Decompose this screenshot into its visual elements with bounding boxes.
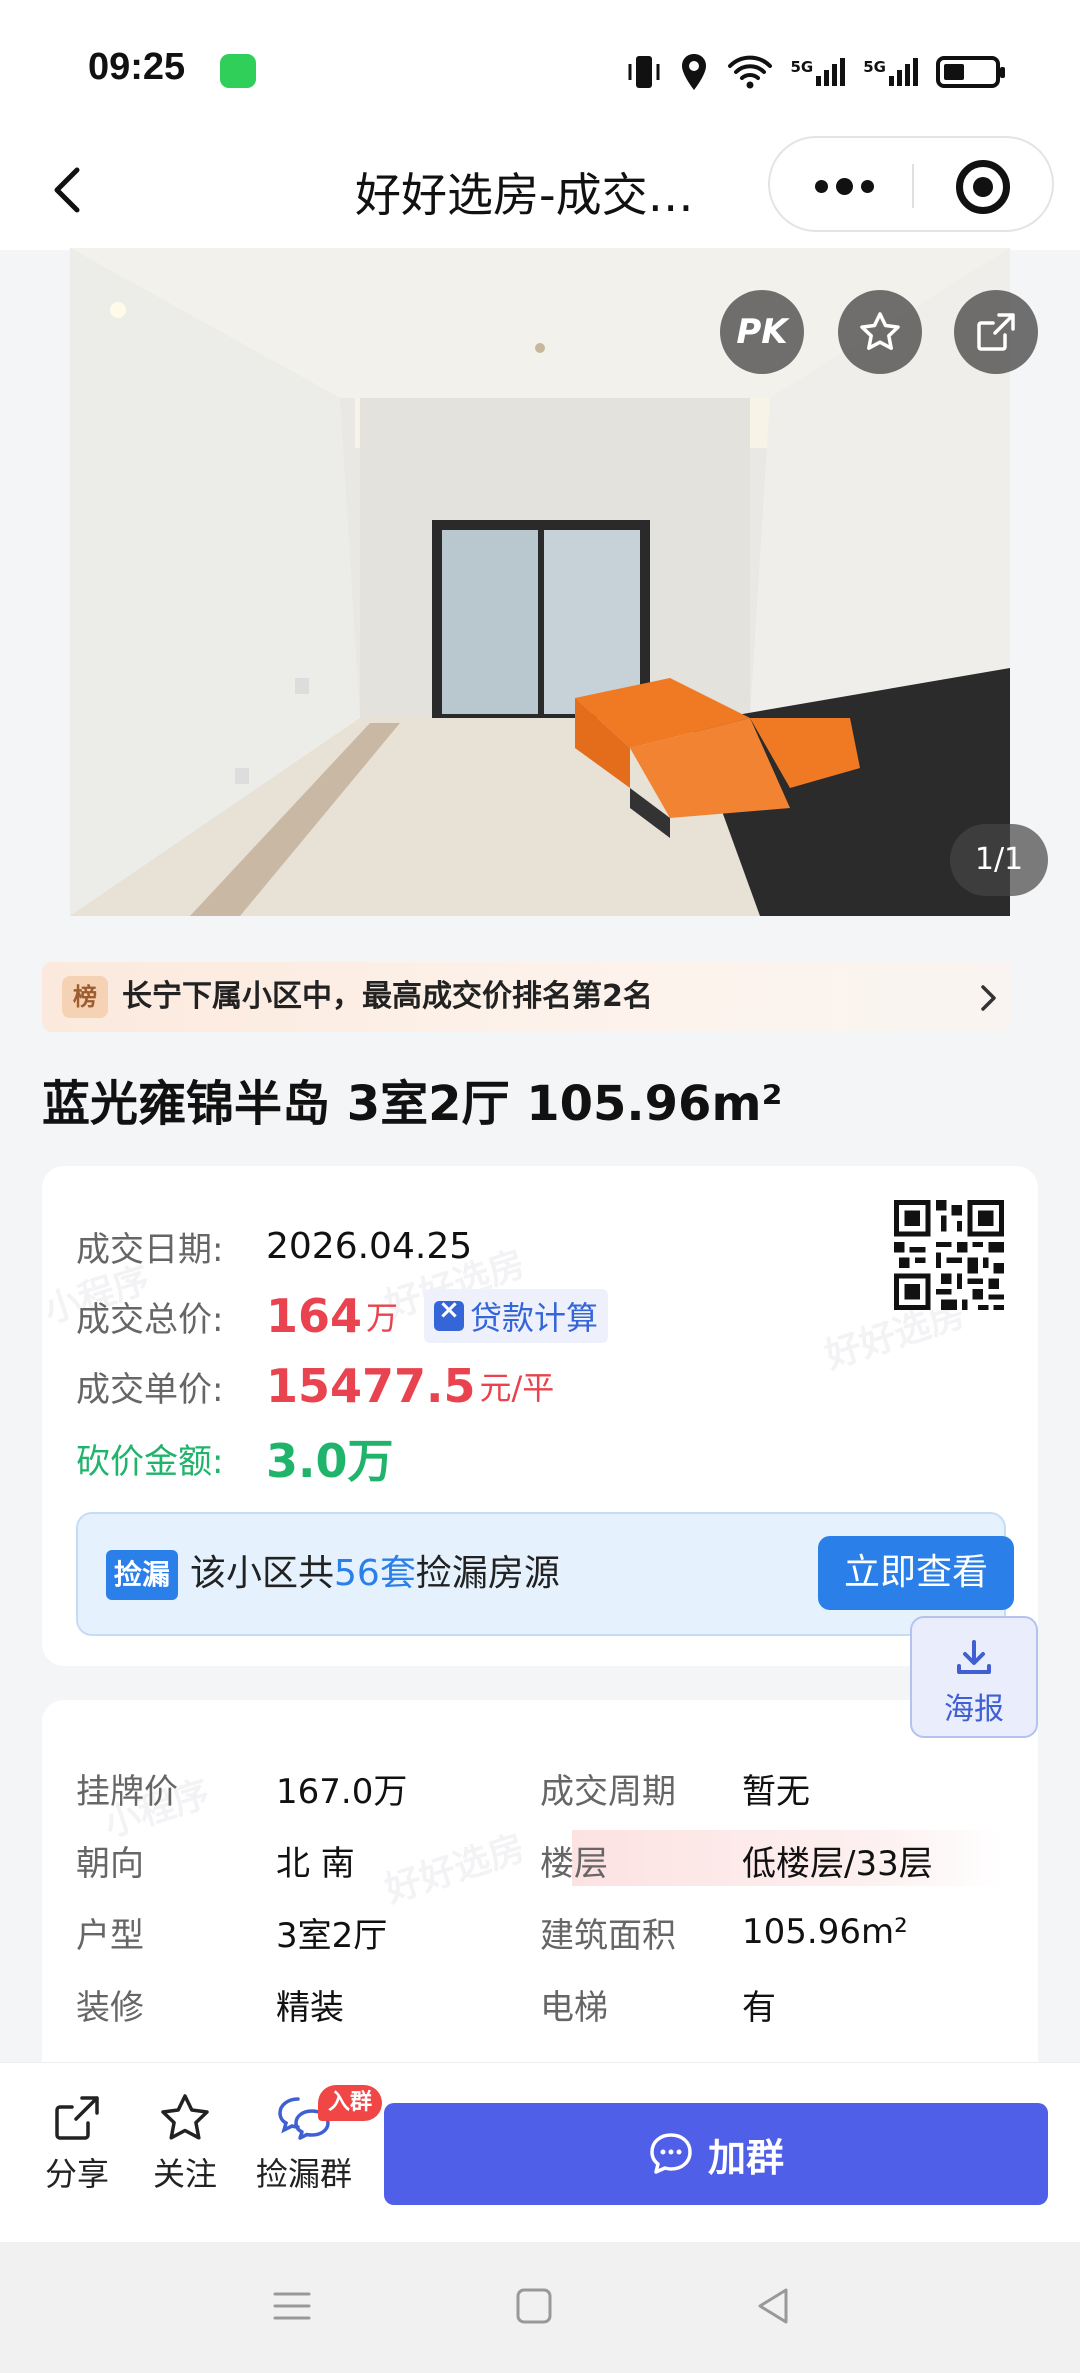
ranking-badge: 榜 bbox=[62, 976, 108, 1018]
leak-badge: 捡漏 bbox=[106, 1550, 179, 1600]
home-key-icon[interactable] bbox=[514, 2286, 554, 2326]
detail-label: 朝向 bbox=[76, 1843, 144, 1884]
photo-counter: 1/1 bbox=[950, 824, 1048, 896]
loan-calculator-button[interactable]: 贷款计算 bbox=[424, 1289, 609, 1343]
bottom-action-bar: 分享 关注 捡漏群 入群 加群 bbox=[0, 2062, 1080, 2242]
detail-value: 暂无 bbox=[742, 1771, 810, 1812]
deal-total-value: 164 bbox=[266, 1289, 363, 1343]
screen: 09:25 5G 5G 好好选房-成交… PK 1/1 榜 长宁下属小区中，最高… bbox=[0, 0, 1080, 2373]
follow-action[interactable]: 关注 bbox=[130, 2083, 240, 2213]
share-action[interactable]: 分享 bbox=[22, 2083, 132, 2213]
bargain-row: 砍价金额: 3.0万 bbox=[76, 1428, 394, 1488]
wifi-icon bbox=[727, 55, 772, 89]
deal-total-label: 成交总价: bbox=[76, 1299, 224, 1340]
capsule-divider bbox=[912, 164, 914, 208]
star-icon bbox=[860, 312, 900, 350]
detail-row: 挂牌价 167.0万 成交周期 暂无 bbox=[76, 1758, 1016, 1818]
bargain-value: 3.0万 bbox=[266, 1434, 394, 1488]
network-label-2: 5G bbox=[863, 58, 886, 76]
detail-label: 楼层 bbox=[540, 1843, 608, 1884]
detail-label: 装修 bbox=[76, 1987, 144, 2028]
property-details-card: 小程序 好好选房 挂牌价 167.0万 成交周期 暂无 朝向 北 南 楼层 低楼… bbox=[42, 1700, 1038, 2062]
pk-compare-button[interactable]: PK bbox=[720, 290, 804, 374]
detail-row: 户型 3室2厅 建筑面积 105.96m² bbox=[76, 1902, 1016, 1962]
poster-label: 海报 bbox=[944, 1692, 1004, 1727]
status-bar: 09:25 5G 5G bbox=[0, 0, 1080, 140]
detail-sheet: 榜 长宁下属小区中，最高成交价排名第2名 蓝光雍锦半岛 3室2厅 105.96m… bbox=[0, 916, 1080, 2062]
deal-unit-price-row: 成交单价: 15477.5 元/平 bbox=[76, 1356, 554, 1416]
chevron-right-icon bbox=[981, 985, 996, 1011]
status-time: 09:25 bbox=[88, 46, 186, 88]
favorite-button[interactable] bbox=[838, 290, 922, 374]
house-title: 蓝光雍锦半岛 3室2厅 105.96m² bbox=[42, 1076, 783, 1132]
deal-unit-price-value: 15477.5 bbox=[266, 1359, 476, 1413]
qr-code bbox=[894, 1200, 1004, 1310]
deal-date-value: 2026.04.25 bbox=[266, 1225, 473, 1267]
poster-button[interactable]: 海报 bbox=[910, 1616, 1038, 1738]
ranking-text: 长宁下属小区中，最高成交价排名第2名 bbox=[122, 979, 653, 1014]
deal-unit-price-unit: 元/平 bbox=[479, 1369, 555, 1407]
star-icon bbox=[161, 2094, 209, 2140]
leak-group-label: 捡漏群 bbox=[255, 2155, 352, 2193]
detail-value: 105.96m² bbox=[742, 1912, 908, 1952]
join-group-button[interactable]: 加群 bbox=[384, 2103, 1048, 2205]
menu-key-icon[interactable] bbox=[272, 2286, 312, 2326]
download-icon bbox=[957, 1640, 991, 1674]
location-icon bbox=[681, 54, 706, 90]
ranking-banner[interactable]: 榜 长宁下属小区中，最高成交价排名第2名 bbox=[42, 962, 1012, 1032]
join-group-label: 加群 bbox=[707, 2135, 784, 2180]
chevron-left-icon bbox=[54, 167, 80, 213]
deal-date-row: 成交日期: 2026.04.25 bbox=[76, 1216, 472, 1276]
signal-1-icon: 5G bbox=[791, 58, 846, 86]
signal-2-icon: 5G bbox=[863, 58, 918, 86]
network-label-1: 5G bbox=[790, 58, 814, 76]
back-button[interactable] bbox=[36, 160, 96, 220]
leak-listing-banner: 捡漏 该小区共56套捡漏房源 立即查看 bbox=[76, 1512, 1014, 1636]
vibrate-icon bbox=[628, 56, 659, 88]
share-icon bbox=[977, 313, 1015, 351]
deal-info-card: 好好选房 好好选房 小程序 成交日期: 2026.04.25 成交总价: 164… bbox=[42, 1166, 1038, 1666]
detail-value: 3室2厅 bbox=[276, 1915, 388, 1956]
detail-label: 挂牌价 bbox=[76, 1771, 178, 1812]
calculator-icon bbox=[434, 1295, 465, 1331]
detail-label: 建筑面积 bbox=[540, 1915, 676, 1956]
detail-row: 朝向 北 南 楼层 低楼层/33层 bbox=[76, 1830, 1016, 1890]
follow-label: 关注 bbox=[152, 2155, 217, 2193]
detail-label: 户型 bbox=[76, 1915, 144, 1956]
message-notification-icon bbox=[220, 54, 256, 88]
share-label: 分享 bbox=[44, 2155, 109, 2193]
detail-value: 精装 bbox=[276, 1987, 344, 2028]
share-icon bbox=[55, 2096, 99, 2140]
share-photo-button[interactable] bbox=[954, 290, 1038, 374]
detail-label: 电梯 bbox=[540, 1987, 608, 2028]
back-key-icon[interactable] bbox=[754, 2286, 794, 2326]
detail-value: 北 南 bbox=[276, 1843, 355, 1884]
detail-row: 装修 精装 电梯 有 bbox=[76, 1974, 1016, 2034]
status-icons: 5G 5G bbox=[627, 50, 1005, 94]
deal-unit-price-label: 成交单价: bbox=[76, 1369, 224, 1410]
system-nav-bar bbox=[0, 2242, 1080, 2373]
detail-value: 有 bbox=[742, 1987, 776, 2028]
battery-icon bbox=[936, 56, 1005, 88]
more-menu-button[interactable] bbox=[808, 162, 880, 210]
bargain-label: 砍价金额: bbox=[76, 1441, 224, 1482]
deal-date-label: 成交日期: bbox=[76, 1229, 224, 1270]
detail-value: 167.0万 bbox=[276, 1771, 408, 1812]
leak-count: 56套 bbox=[334, 1553, 416, 1594]
miniprogram-capsule bbox=[768, 136, 1054, 232]
deal-total-unit: 万 bbox=[366, 1299, 399, 1337]
leak-text: 该小区共56套捡漏房源 bbox=[190, 1553, 560, 1594]
chat-bubble-icon bbox=[650, 2133, 692, 2174]
detail-value: 低楼层/33层 bbox=[742, 1843, 933, 1884]
detail-label: 成交周期 bbox=[540, 1771, 676, 1812]
page-title: 好好选房-成交… bbox=[355, 168, 694, 222]
loan-calculator-label: 贷款计算 bbox=[470, 1299, 599, 1337]
close-miniprogram-button[interactable] bbox=[956, 160, 1010, 214]
view-now-button[interactable]: 立即查看 bbox=[818, 1536, 1014, 1610]
deal-total-row: 成交总价: 164 万 贷款计算 bbox=[76, 1286, 609, 1346]
join-group-badge: 入群 bbox=[318, 2085, 383, 2121]
